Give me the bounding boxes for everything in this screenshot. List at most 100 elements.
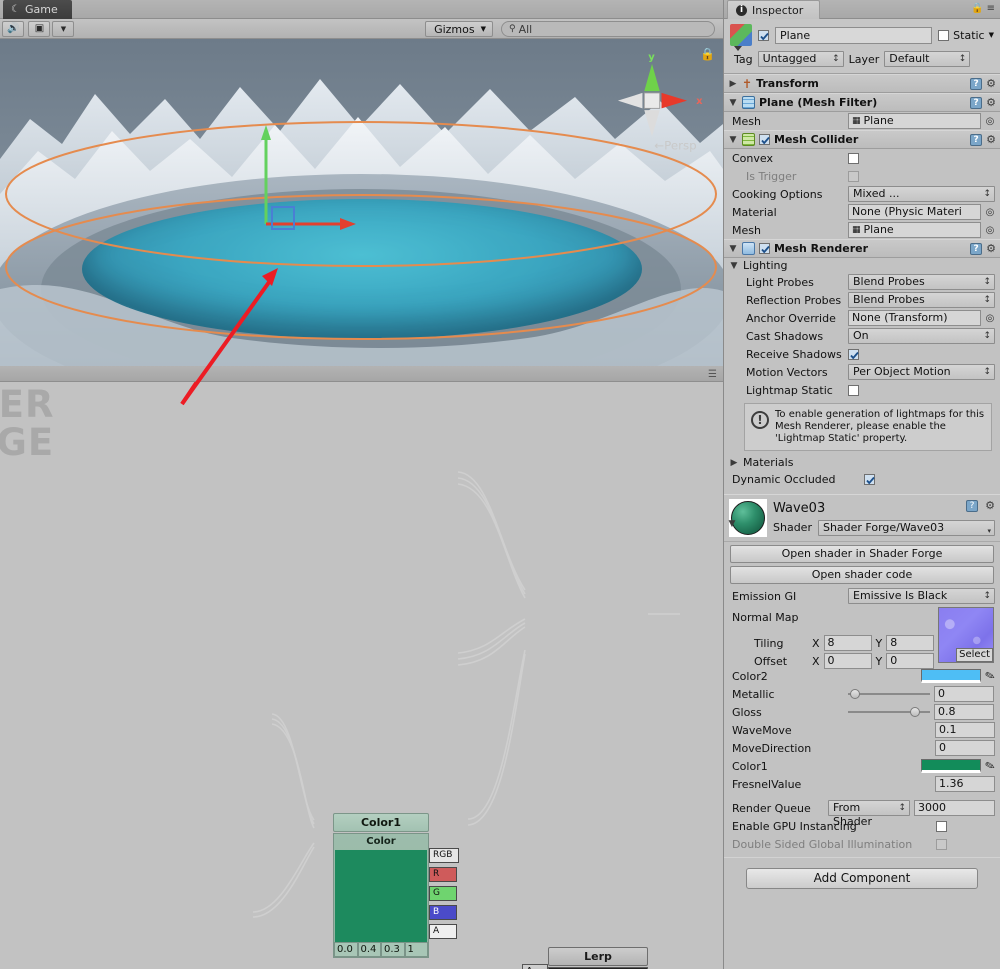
component-header-mesh-filter[interactable]: ▼ Plane (Mesh Filter) ? ⚙ [724, 93, 1000, 112]
lock-icon[interactable]: 🔒 [971, 3, 983, 14]
port-lerp-a[interactable]: A [522, 964, 548, 969]
field-anchor-override[interactable]: None (Transform) [848, 310, 981, 326]
object-enabled-checkbox[interactable] [758, 29, 769, 41]
help-icon[interactable]: ? [970, 77, 983, 90]
static-toggle[interactable]: Static ▼ [938, 29, 994, 42]
chevron-down-icon[interactable]: ▼ [728, 135, 738, 145]
node-color1[interactable]: Color1 Color 0.0 0.4 0.3 1 [333, 813, 429, 958]
scene-orientation-gizmo[interactable]: y x ←Persp [607, 47, 707, 157]
component-header-mesh-collider[interactable]: ▼ Mesh Collider ? ⚙ [724, 130, 1000, 149]
port-color1-r[interactable]: R [429, 867, 457, 882]
add-component-button[interactable]: Add Component [746, 868, 978, 889]
dropdown-cast-shadows[interactable]: On [848, 328, 995, 344]
field-collider-material[interactable]: None (Physic Materi [848, 204, 981, 220]
stats-button[interactable]: ▣ [28, 20, 51, 37]
swatch-color2[interactable] [920, 669, 981, 683]
view-lock-icon[interactable]: 🔒 [700, 47, 715, 61]
dropdown-light-probes[interactable]: Blend Probes [848, 274, 995, 290]
tab-game[interactable]: ☾ Game [3, 0, 72, 19]
gear-icon[interactable]: ⚙ [986, 77, 996, 90]
help-icon[interactable]: ? [970, 96, 983, 109]
panel-options-icon[interactable]: ☰ [708, 369, 717, 380]
gear-icon[interactable]: ⚙ [986, 133, 996, 146]
port-color1-a[interactable]: A [429, 924, 457, 939]
object-picker-icon[interactable]: ◎ [985, 207, 995, 218]
field-collider-mesh[interactable]: ▦ Plane [848, 222, 981, 238]
field-movedirection[interactable]: 0 [935, 740, 995, 756]
checkbox-gpu-instancing[interactable] [936, 820, 947, 832]
dropdown-emission-gi[interactable]: Emissive Is Black [848, 588, 995, 604]
dropdown-reflection-probes[interactable]: Blend Probes [848, 292, 995, 308]
field-mesh-filter-mesh[interactable]: ▦ Plane [848, 113, 981, 129]
open-shader-in-forge-button[interactable]: Open shader in Shader Forge [730, 545, 994, 563]
chevron-down-icon[interactable]: ▼ [728, 244, 738, 254]
slider-gloss[interactable] [848, 705, 930, 719]
layer-dropdown[interactable]: Default [884, 51, 971, 67]
help-icon[interactable]: ? [970, 242, 983, 255]
field-wavemove[interactable]: 0.1 [935, 722, 995, 738]
gear-icon[interactable]: ⚙ [986, 242, 996, 255]
static-checkbox[interactable] [938, 29, 950, 41]
mesh-collider-enabled-checkbox[interactable] [759, 134, 770, 145]
help-icon[interactable]: ? [970, 133, 983, 146]
component-header-mesh-renderer[interactable]: ▼ Mesh Renderer ? ⚙ [724, 239, 1000, 258]
help-icon[interactable]: ? [966, 500, 978, 512]
component-header-transform[interactable]: ▶ ✝ Transform ? ⚙ [724, 74, 1000, 93]
eyedropper-icon[interactable]: ✎ [983, 668, 996, 684]
field-metallic[interactable]: 0 [934, 686, 994, 702]
checkbox-receive-shadows[interactable] [848, 348, 859, 360]
chevron-down-icon[interactable]: ▼ [728, 98, 738, 108]
hamburger-menu-icon[interactable]: ≡ [987, 3, 995, 14]
object-picker-icon[interactable]: ◎ [985, 313, 995, 324]
dropdown-render-queue[interactable]: From Shader [828, 800, 910, 828]
checkbox-lightmap-static[interactable] [848, 384, 859, 396]
mute-audio-button[interactable]: 🔊 [2, 20, 25, 37]
checkbox-convex[interactable] [848, 152, 859, 164]
gizmos-button[interactable]: Gizmos ▼ [425, 21, 493, 37]
section-materials[interactable]: ▶ Materials [724, 455, 1000, 470]
tag-dropdown[interactable]: Untagged [757, 51, 844, 67]
chevron-right-icon[interactable]: ▶ [728, 79, 738, 89]
material-header[interactable]: ▼ Wave03 Shader Shader Forge/Wave03 ? ⚙ [724, 494, 1000, 542]
node-lerp[interactable]: Lerp [548, 947, 648, 969]
shader-forge-canvas[interactable]: DER RGE [0, 382, 723, 969]
object-picker-icon[interactable]: ◎ [985, 116, 995, 127]
node-color1-value-a[interactable]: 1 [404, 942, 428, 957]
chevron-down-icon[interactable]: ▼ [989, 31, 994, 39]
inspector-lock-and-menu[interactable]: 🔒 ≡ [971, 3, 995, 14]
node-color1-value-b[interactable]: 0.3 [381, 942, 405, 957]
object-picker-icon[interactable]: ◎ [985, 225, 995, 236]
dropdown-cooking-options[interactable]: Mixed ... [848, 186, 995, 202]
open-shader-code-button[interactable]: Open shader code [730, 566, 994, 584]
dropdown-motion-vectors[interactable]: Per Object Motion [848, 364, 995, 380]
field-offset-x[interactable]: 0 [823, 653, 872, 669]
section-lighting[interactable]: ▼ Lighting [724, 258, 1000, 273]
chevron-right-icon[interactable]: ▶ [729, 458, 739, 468]
field-fresnelvalue[interactable]: 1.36 [935, 776, 995, 792]
shader-dropdown[interactable]: Shader Forge/Wave03 [817, 519, 995, 538]
field-offset-y[interactable]: 0 [886, 653, 935, 669]
field-gloss[interactable]: 0.8 [934, 704, 994, 720]
swatch-color1[interactable] [920, 759, 981, 773]
field-tiling-y[interactable]: 8 [886, 635, 935, 651]
field-tiling-x[interactable]: 8 [823, 635, 872, 651]
node-color1-swatch[interactable] [335, 850, 427, 942]
normal-map-select-button[interactable]: Select [956, 648, 993, 662]
slider-metallic[interactable] [848, 687, 930, 701]
chevron-down-icon[interactable]: ▼ [727, 519, 737, 529]
node-color1-value-r[interactable]: 0.0 [334, 942, 358, 957]
port-color1-b[interactable]: B [429, 905, 457, 920]
toolbar-dropdown-button[interactable]: ▼ [52, 20, 75, 37]
search-input[interactable]: ⚲ All [501, 21, 715, 37]
gear-icon[interactable]: ⚙ [985, 499, 995, 512]
field-render-queue-value[interactable]: 3000 [914, 800, 995, 816]
chevron-down-icon[interactable]: ▼ [729, 261, 739, 271]
game-viewport[interactable]: y x ←Persp 🔒 [0, 39, 723, 366]
mesh-renderer-enabled-checkbox[interactable] [759, 243, 770, 254]
node-color1-value-g[interactable]: 0.4 [357, 942, 381, 957]
eyedropper-icon[interactable]: ✎ [983, 758, 996, 774]
object-name-field[interactable]: Plane [775, 26, 933, 44]
port-color1-g[interactable]: G [429, 886, 457, 901]
port-color1-rgb[interactable]: RGB [429, 848, 459, 863]
gear-icon[interactable]: ⚙ [986, 96, 996, 109]
